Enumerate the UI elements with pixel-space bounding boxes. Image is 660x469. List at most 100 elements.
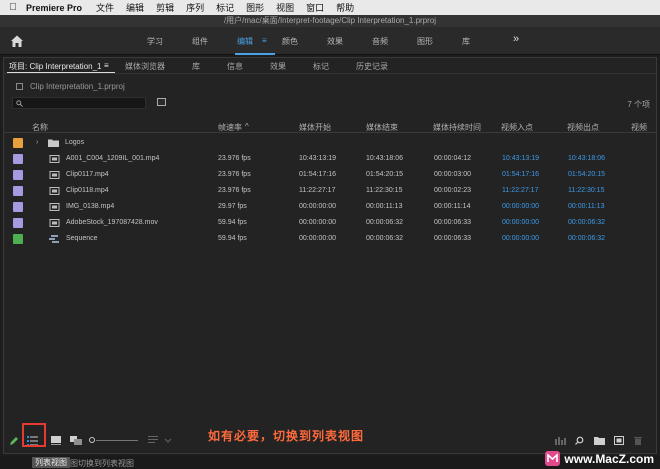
menu-file[interactable]: 文件 [96,1,114,14]
table-row[interactable]: Clip0118.mp423.976 fps11:22:27:1711:22:3… [4,183,656,199]
pencil-icon[interactable] [9,436,19,446]
find-icon[interactable] [575,436,584,445]
column-header-name[interactable]: 名称 [32,122,48,133]
menu-markers[interactable]: 标记 [216,1,234,14]
cell-name[interactable]: A001_C004_1209IL_001.mp4 [66,155,159,162]
search-input[interactable] [25,98,143,108]
label-color-swatch[interactable] [13,138,23,148]
menu-graphics[interactable]: 图形 [246,1,264,14]
tab-info[interactable]: 信息 [227,61,243,72]
cell-video-in[interactable]: 11:22:27:17 [502,187,538,194]
table-row[interactable]: IMG_0138.mp429.97 fps00:00:00:0000:00:11… [4,199,656,215]
table-row[interactable]: Sequence59.94 fps00:00:00:0000:00:06:320… [4,231,656,247]
zoom-slider-handle[interactable] [89,437,95,443]
label-color-swatch[interactable] [13,154,23,164]
table-row[interactable]: AdobeStock_197087428.mov59.94 fps00:00:0… [4,215,656,231]
cell-video-in[interactable]: 10:43:13:19 [502,155,539,162]
zoom-slider-track[interactable] [96,440,138,441]
menu-clip[interactable]: 剪辑 [156,1,174,14]
workspace-tab-libraries[interactable]: 库 [462,36,470,47]
cell-media-end: 10:43:18:06 [366,155,403,162]
menu-window[interactable]: 窗口 [306,1,324,14]
list-view-highlight [22,423,46,447]
menu-view[interactable]: 视图 [276,1,294,14]
workspace-tab-learn[interactable]: 学习 [147,36,163,47]
cell-name[interactable]: AdobeStock_197087428.mov [66,219,158,226]
cell-media-end: 00:00:06:32 [366,235,403,242]
workspace-tab-editing[interactable]: 编辑 [237,36,253,47]
search-box[interactable] [12,97,146,109]
sequence-icon [48,235,60,243]
cell-name[interactable]: IMG_0138.mp4 [66,203,114,210]
cell-video-out[interactable]: 00:00:11:13 [568,203,604,210]
tab-markers[interactable]: 标记 [313,61,329,72]
label-color-swatch[interactable] [13,234,23,244]
column-header-media-end[interactable]: 媒体结束 [366,122,398,133]
new-bin-icon[interactable] [594,436,605,445]
tab-project[interactable]: 项目: Clip Interpretation_1 [9,61,102,72]
tab-history[interactable]: 历史记录 [356,61,388,72]
cell-media-duration: 00:00:11:14 [434,203,470,210]
watermark: www.MacZ.com [545,451,654,466]
cell-media-end: 11:22:30:15 [366,187,402,194]
cell-video-out[interactable]: 11:22:30:15 [568,187,604,194]
label-color-swatch[interactable] [13,202,23,212]
workspace-tab-color[interactable]: 颜色 [282,36,298,47]
watermark-logo-icon [545,451,560,466]
home-icon[interactable] [9,33,25,49]
cell-video-in[interactable]: 01:54:17:16 [502,171,539,178]
cell-video-in[interactable]: 00:00:00:00 [502,203,539,210]
new-search-bin-icon[interactable] [157,98,166,106]
label-color-swatch[interactable] [13,218,23,228]
column-header-video-out[interactable]: 视频出点 [567,122,599,133]
annotation-text: 如有必要，切换到列表视图 [208,427,364,444]
workspace-tab-graphics[interactable]: 图形 [417,36,433,47]
trash-icon[interactable] [634,436,642,445]
freeform-view-icon[interactable] [70,436,82,445]
label-color-swatch[interactable] [13,170,23,180]
cell-video-out[interactable]: 00:00:06:32 [568,235,605,242]
sort-icons-icon[interactable] [148,436,172,445]
sort-ascending-icon[interactable]: ^ [245,122,249,131]
tab-libraries[interactable]: 库 [192,61,200,72]
column-header-media-start[interactable]: 媒体开始 [299,122,331,133]
menu-sequence[interactable]: 序列 [186,1,204,14]
expand-bin-icon[interactable]: › [36,139,38,146]
project-file-path: Clip Interpretation_1.prproj [16,82,125,91]
label-color-swatch[interactable] [13,186,23,196]
cell-media-duration: 00:00:06:33 [434,219,471,226]
icon-view-icon[interactable] [51,436,61,445]
cell-name[interactable]: Logos [65,139,84,146]
workspace-tab-assembly[interactable]: 组件 [192,36,208,47]
table-row[interactable]: Clip0117.mp423.976 fps01:54:17:1601:54:2… [4,167,656,183]
cell-video-out[interactable]: 10:43:18:06 [568,155,605,162]
app-name-menu[interactable]: Premiere Pro [26,3,82,13]
cell-video-in[interactable]: 00:00:00:00 [502,235,539,242]
cell-name[interactable]: Sequence [66,235,98,242]
new-item-icon[interactable] [614,436,624,445]
tab-media-browser[interactable]: 媒体浏览器 [125,61,165,72]
table-row[interactable]: A001_C004_1209IL_001.mp423.976 fps10:43:… [4,151,656,167]
column-header-media-duration[interactable]: 媒体持续时间 [433,122,481,133]
workspace-menu-icon[interactable]: ≡ [262,36,267,45]
more-workspaces-icon[interactable]: » [513,33,519,45]
workspace-tab-effects[interactable]: 效果 [327,36,343,47]
project-file-icon [16,83,23,90]
menu-help[interactable]: 帮助 [336,1,354,14]
apple-icon[interactable]:  [0,2,26,13]
automate-to-sequence-icon[interactable] [555,436,566,445]
cell-name[interactable]: Clip0117.mp4 [66,171,109,178]
cell-video-out[interactable]: 01:54:20:15 [568,171,605,178]
panel-menu-icon[interactable]: ≡ [104,61,109,70]
column-header-frame-rate[interactable]: 帧速率 [218,122,242,133]
column-header-video-in[interactable]: 视频入点 [501,122,533,133]
table-row[interactable]: › Logos [4,135,656,151]
workspace-tab-audio[interactable]: 音频 [372,36,388,47]
cell-media-start: 00:00:00:00 [299,203,336,210]
menu-edit[interactable]: 编辑 [126,1,144,14]
cell-video-out[interactable]: 00:00:06:32 [568,219,605,226]
tab-effects[interactable]: 效果 [270,61,286,72]
column-header-video-duration[interactable]: 视频 [631,122,647,133]
cell-video-in[interactable]: 00:00:00:00 [502,219,539,226]
cell-name[interactable]: Clip0118.mp4 [66,187,109,194]
